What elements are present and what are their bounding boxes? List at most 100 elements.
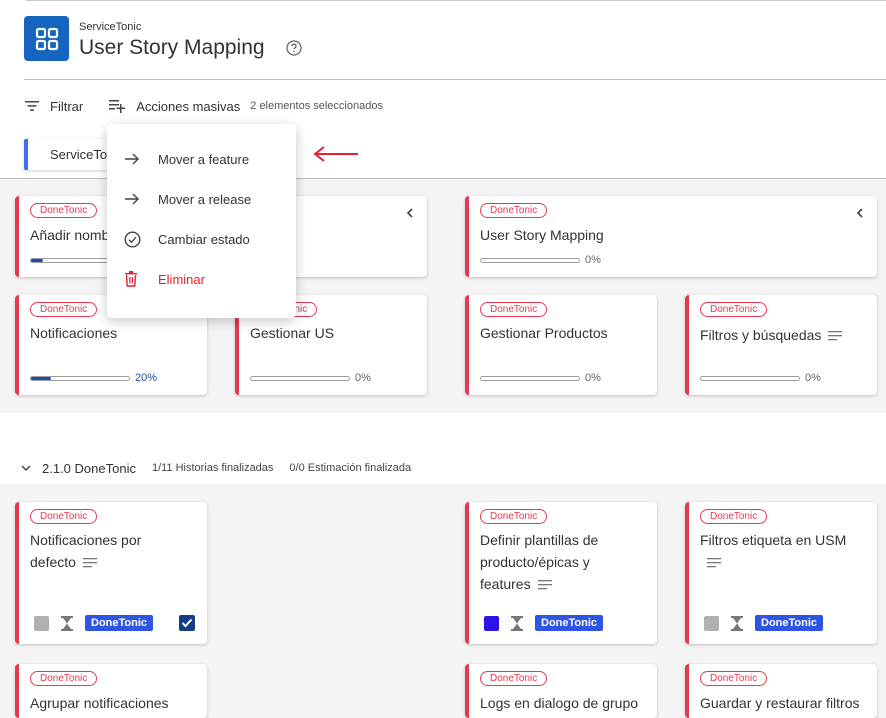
card-title: Filtros etiqueta en USM [700, 529, 846, 573]
menu-item-move-release[interactable]: Mover a release [107, 179, 296, 219]
description-lines-icon [707, 558, 721, 568]
card-title: Guardar y restaurar filtros [700, 695, 860, 711]
status-badge: DoneTonic [480, 509, 548, 524]
filter-label: Filtrar [50, 98, 84, 114]
release-stories: 1/11 Historias finalizadas [151, 462, 274, 474]
check-circle-icon [124, 230, 141, 248]
progress-percent: 0% [805, 372, 821, 384]
story-card[interactable]: DoneTonic Filtros etiqueta en USM DoneTo… [685, 502, 877, 644]
status-badge: DoneTonic [480, 203, 548, 218]
story-card[interactable]: DoneTonic Guardar y restaurar filtros [685, 664, 877, 718]
card-title-line: Notificaciones por [30, 532, 142, 548]
trash-icon [125, 271, 137, 287]
status-badge: DoneTonic [30, 671, 98, 686]
progress-bar [250, 376, 350, 381]
menu-item-change-status[interactable]: Cambiar estado [107, 219, 296, 259]
card-title: Definir plantillas de producto/épicas y … [480, 529, 598, 595]
team-chip: DoneTonic [85, 615, 154, 631]
release-estimation: 0/0 Estimación finalizada [289, 462, 412, 474]
app-name: ServiceTonic [79, 21, 142, 33]
progress-percent: 20% [135, 372, 158, 384]
status-badge: DoneTonic [700, 671, 768, 686]
bulk-actions-label: Acciones masivas [136, 98, 241, 114]
hourglass-icon [511, 615, 523, 631]
status-badge: DoneTonic [30, 302, 98, 317]
card-title-line: Filtros etiqueta en USM [700, 532, 847, 548]
story-card[interactable]: DoneTonic Definir plantillas de producto… [465, 502, 657, 644]
menu-item-delete[interactable]: Eliminar [107, 259, 296, 299]
menu-item-label: Mover a release [158, 191, 252, 207]
chevron-down-icon[interactable] [20, 462, 32, 474]
grid-icon[interactable] [24, 16, 69, 61]
status-badge: DoneTonic [480, 671, 548, 686]
status-badge: DoneTonic [480, 302, 548, 317]
card-title: Filtros y búsquedas [700, 327, 822, 343]
arrow-right-icon [125, 153, 139, 165]
check-icon [181, 618, 193, 628]
feature-card[interactable]: DoneTonic Filtros y búsquedas 0% [685, 295, 877, 395]
feature-card[interactable]: DoneTonic Gestionar Productos 0% [465, 295, 657, 395]
annotation-arrow-icon [313, 146, 358, 162]
card-title-line: features [480, 576, 531, 592]
progress-bar [700, 376, 800, 381]
card-title-line: defecto [30, 554, 76, 570]
description-lines-icon [537, 580, 552, 590]
progress-percent: 0% [585, 254, 601, 266]
filter-icon [25, 101, 39, 111]
story-meta: DoneTonic [484, 615, 604, 631]
story-meta: DoneTonic [34, 615, 154, 631]
product-tab[interactable]: ServiceTonic [24, 139, 110, 170]
status-badge: DoneTonic [700, 509, 768, 524]
page-title: User Story Mapping [79, 36, 265, 59]
selected-count: 2 elementos seleccionados [250, 100, 383, 112]
hourglass-icon [61, 615, 73, 631]
progress-percent: 0% [355, 372, 371, 384]
team-chip: DoneTonic [755, 615, 824, 631]
card-title: Gestionar US [250, 325, 335, 341]
chevron-left-icon[interactable] [853, 206, 867, 220]
card-title-wrap: Filtros y búsquedas [700, 324, 843, 346]
page-header: ServiceTonic User Story Mapping [24, 16, 886, 80]
filter-button[interactable]: Filtrar [24, 99, 83, 114]
card-title-line: producto/épicas y [480, 554, 590, 570]
card-title: Notificaciones por defecto [30, 529, 141, 573]
select-checkbox[interactable] [179, 615, 195, 631]
release-header[interactable]: 2.1.0 DoneTonic 1/11 Historias finalizad… [20, 458, 411, 478]
bulk-actions-button[interactable]: Acciones masivas [109, 99, 240, 114]
card-title: Logs en dialogo de grupo [480, 695, 639, 711]
progress-percent: 0% [585, 372, 601, 384]
chevron-left-icon[interactable] [403, 206, 417, 220]
release-name: 2.1.0 DoneTonic [42, 460, 136, 476]
card-title: Agrupar notificaciones [30, 695, 169, 711]
epic-card[interactable]: DoneTonic User Story Mapping 0% [465, 196, 877, 277]
menu-item-label: Cambiar estado [158, 231, 250, 247]
toolbar: Filtrar Acciones masivas 2 elementos sel… [24, 96, 383, 116]
color-swatch [34, 615, 49, 631]
story-card[interactable]: DoneTonic Logs en dialogo de grupo [465, 664, 657, 718]
menu-item-label: Mover a feature [158, 151, 250, 167]
status-badge: DoneTonic [30, 509, 98, 524]
team-chip: DoneTonic [535, 615, 604, 631]
help-circle-icon[interactable] [286, 40, 302, 56]
story-card[interactable]: DoneTonic Notificaciones por defecto Don… [15, 502, 207, 644]
card-title: Gestionar Productos [480, 325, 608, 341]
status-badge: DoneTonic [30, 203, 98, 218]
menu-item-label: Eliminar [158, 271, 205, 287]
card-title-line: Definir plantillas de [480, 532, 599, 548]
story-card[interactable]: DoneTonic Agrupar notificaciones [15, 664, 207, 718]
color-swatch [704, 615, 719, 631]
card-title: User Story Mapping [480, 227, 604, 243]
progress-bar [480, 258, 580, 263]
color-swatch [484, 615, 499, 631]
top-border [26, 0, 886, 1]
description-lines-icon [82, 558, 97, 568]
menu-item-move-feature[interactable]: Mover a feature [107, 139, 296, 179]
progress-bar [30, 376, 130, 381]
hourglass-icon [731, 615, 743, 631]
story-meta: DoneTonic [704, 615, 824, 631]
progress-bar [480, 376, 580, 381]
description-lines-icon [828, 331, 843, 341]
card-title: Notificaciones [30, 325, 118, 341]
bulk-actions-menu: Mover a feature Mover a release Cambiar … [107, 124, 296, 318]
playlist-add-icon [109, 100, 126, 113]
